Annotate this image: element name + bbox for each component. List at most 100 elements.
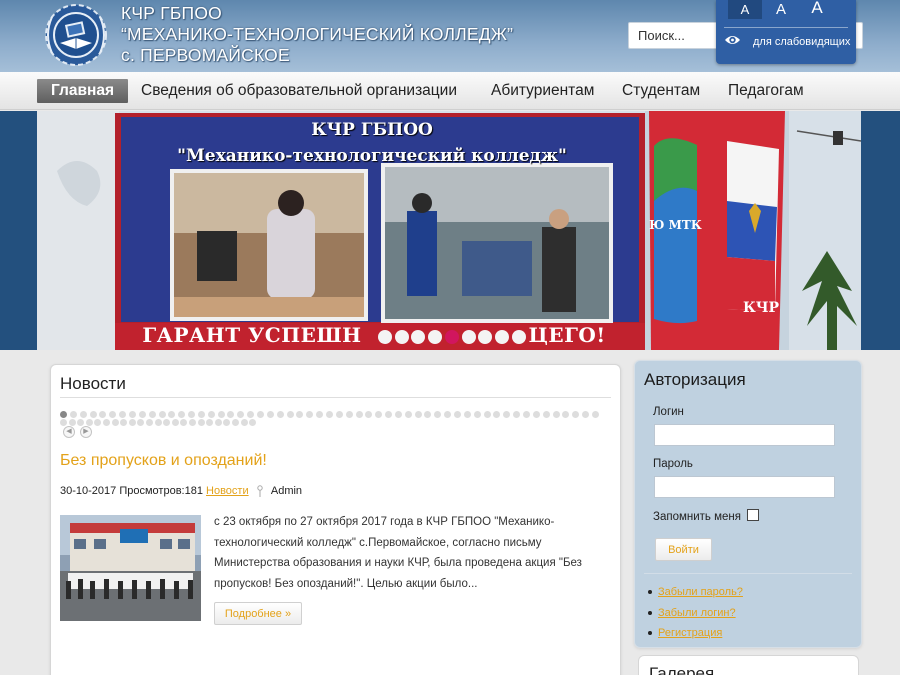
news-page-dot[interactable] bbox=[473, 411, 481, 418]
news-page-dot[interactable] bbox=[444, 411, 452, 418]
news-page-dot[interactable] bbox=[99, 411, 107, 418]
news-page-dot[interactable] bbox=[542, 411, 550, 418]
news-page-dot[interactable] bbox=[463, 411, 471, 418]
news-page-dot[interactable] bbox=[257, 411, 264, 418]
nav-item-applicants[interactable]: Абитуриентам bbox=[491, 79, 594, 103]
news-page-dot[interactable] bbox=[232, 419, 239, 426]
news-page-dot[interactable] bbox=[94, 419, 102, 426]
news-page-dot[interactable] bbox=[138, 411, 146, 418]
article-thumbnail[interactable] bbox=[60, 515, 201, 621]
news-page-dot[interactable] bbox=[325, 411, 333, 418]
slider-dot[interactable] bbox=[444, 330, 459, 344]
slider-dot[interactable] bbox=[511, 330, 526, 344]
login-button[interactable]: Войти bbox=[655, 538, 712, 561]
read-more-button[interactable]: Подробнее » bbox=[214, 602, 302, 625]
news-page-dot[interactable] bbox=[454, 411, 461, 418]
news-page-dot[interactable] bbox=[89, 411, 97, 418]
news-page-dot[interactable] bbox=[582, 411, 590, 418]
nav-item-students[interactable]: Студентам bbox=[622, 79, 700, 103]
news-page-dot[interactable] bbox=[532, 411, 540, 418]
news-page-dot[interactable] bbox=[217, 411, 225, 418]
news-page-dot[interactable] bbox=[385, 411, 393, 418]
news-page-dot[interactable] bbox=[306, 411, 314, 418]
news-page-dot[interactable] bbox=[237, 411, 245, 418]
news-page-dot[interactable] bbox=[483, 411, 491, 418]
news-page-dot[interactable] bbox=[120, 419, 128, 426]
forgot-login-link[interactable]: Забыли логин? bbox=[658, 607, 736, 619]
news-page-dot[interactable] bbox=[375, 411, 383, 418]
news-page-dot[interactable] bbox=[227, 411, 235, 418]
font-size-small-button[interactable]: A bbox=[728, 0, 762, 19]
news-page-dot[interactable] bbox=[249, 419, 257, 426]
news-page-dot[interactable] bbox=[171, 419, 179, 426]
news-page-dot[interactable] bbox=[207, 411, 215, 418]
news-page-dot[interactable] bbox=[197, 419, 205, 426]
news-page-dot[interactable] bbox=[562, 411, 570, 418]
news-page-dot[interactable] bbox=[513, 411, 521, 418]
news-page-dot[interactable] bbox=[60, 411, 67, 418]
news-page-dot[interactable] bbox=[247, 411, 255, 418]
news-page-dot[interactable] bbox=[109, 411, 117, 418]
font-size-medium-button[interactable]: A bbox=[764, 0, 798, 19]
font-size-large-button[interactable]: A bbox=[800, 0, 834, 19]
news-page-dot[interactable] bbox=[128, 411, 136, 418]
news-page-dot[interactable] bbox=[591, 411, 599, 418]
news-page-dot[interactable] bbox=[316, 411, 324, 418]
news-page-dot[interactable] bbox=[168, 411, 176, 418]
news-page-dot[interactable] bbox=[240, 419, 248, 426]
remember-me-checkbox[interactable] bbox=[747, 509, 759, 521]
eye-icon[interactable] bbox=[724, 34, 741, 46]
news-page-dot[interactable] bbox=[60, 419, 67, 426]
news-page-dot[interactable] bbox=[572, 411, 580, 418]
news-page-dot[interactable] bbox=[77, 419, 85, 426]
news-page-dot[interactable] bbox=[286, 411, 294, 418]
news-page-dot[interactable] bbox=[148, 411, 156, 418]
news-page-dot[interactable] bbox=[128, 419, 136, 426]
register-link[interactable]: Регистрация bbox=[658, 627, 722, 639]
article-category-link[interactable]: Новости bbox=[206, 485, 249, 497]
news-page-dot[interactable] bbox=[154, 419, 162, 426]
slider-dot[interactable] bbox=[461, 330, 476, 344]
news-next-button[interactable]: ▶ bbox=[80, 426, 92, 438]
news-page-dot[interactable] bbox=[552, 411, 560, 418]
nav-item-home[interactable]: Главная bbox=[37, 79, 128, 103]
password-input[interactable] bbox=[654, 476, 835, 498]
image-slider[interactable]: КЧР ГБПОО "Механико-технологический колл… bbox=[37, 111, 861, 350]
news-page-dot[interactable] bbox=[206, 419, 214, 426]
news-page-dot[interactable] bbox=[85, 419, 93, 426]
news-page-dot[interactable] bbox=[103, 419, 110, 426]
college-logo[interactable] bbox=[38, 3, 114, 67]
nav-item-teachers[interactable]: Педагогам bbox=[728, 79, 804, 103]
news-page-dot[interactable] bbox=[434, 411, 442, 418]
news-page-dot[interactable] bbox=[68, 419, 76, 426]
slider-dot[interactable] bbox=[394, 330, 409, 344]
news-page-dot[interactable] bbox=[522, 411, 530, 418]
slider-dot[interactable] bbox=[494, 330, 509, 344]
news-page-dot[interactable] bbox=[79, 411, 87, 418]
news-page-dot[interactable] bbox=[414, 411, 422, 418]
news-page-dot[interactable] bbox=[355, 411, 363, 418]
news-page-dot[interactable] bbox=[335, 411, 343, 418]
news-page-dot[interactable] bbox=[493, 411, 501, 418]
news-page-dot[interactable] bbox=[365, 411, 373, 418]
news-prev-button[interactable]: ◀ bbox=[63, 426, 75, 438]
article-title[interactable]: Без пропусков и опозданий! bbox=[60, 452, 267, 470]
news-page-dot[interactable] bbox=[345, 411, 353, 418]
news-page-dot[interactable] bbox=[180, 419, 188, 426]
news-page-dot[interactable] bbox=[137, 419, 145, 426]
news-page-dot[interactable] bbox=[69, 411, 77, 418]
news-page-dot[interactable] bbox=[188, 411, 196, 418]
visually-impaired-link[interactable]: для слабовидящих bbox=[753, 36, 850, 48]
news-page-dot[interactable] bbox=[178, 411, 186, 418]
slider-dot[interactable] bbox=[378, 330, 392, 344]
news-page-dot[interactable] bbox=[266, 411, 274, 418]
news-page-dot[interactable] bbox=[276, 411, 284, 418]
news-page-dot[interactable] bbox=[158, 411, 166, 418]
news-page-dot[interactable] bbox=[424, 411, 432, 418]
news-page-dot[interactable] bbox=[404, 411, 412, 418]
news-page-dot[interactable] bbox=[197, 411, 205, 418]
news-page-dot[interactable] bbox=[163, 419, 171, 426]
news-page-dot[interactable] bbox=[146, 419, 153, 426]
forgot-password-link[interactable]: Забыли пароль? bbox=[658, 586, 743, 598]
news-page-dot[interactable] bbox=[111, 419, 119, 426]
